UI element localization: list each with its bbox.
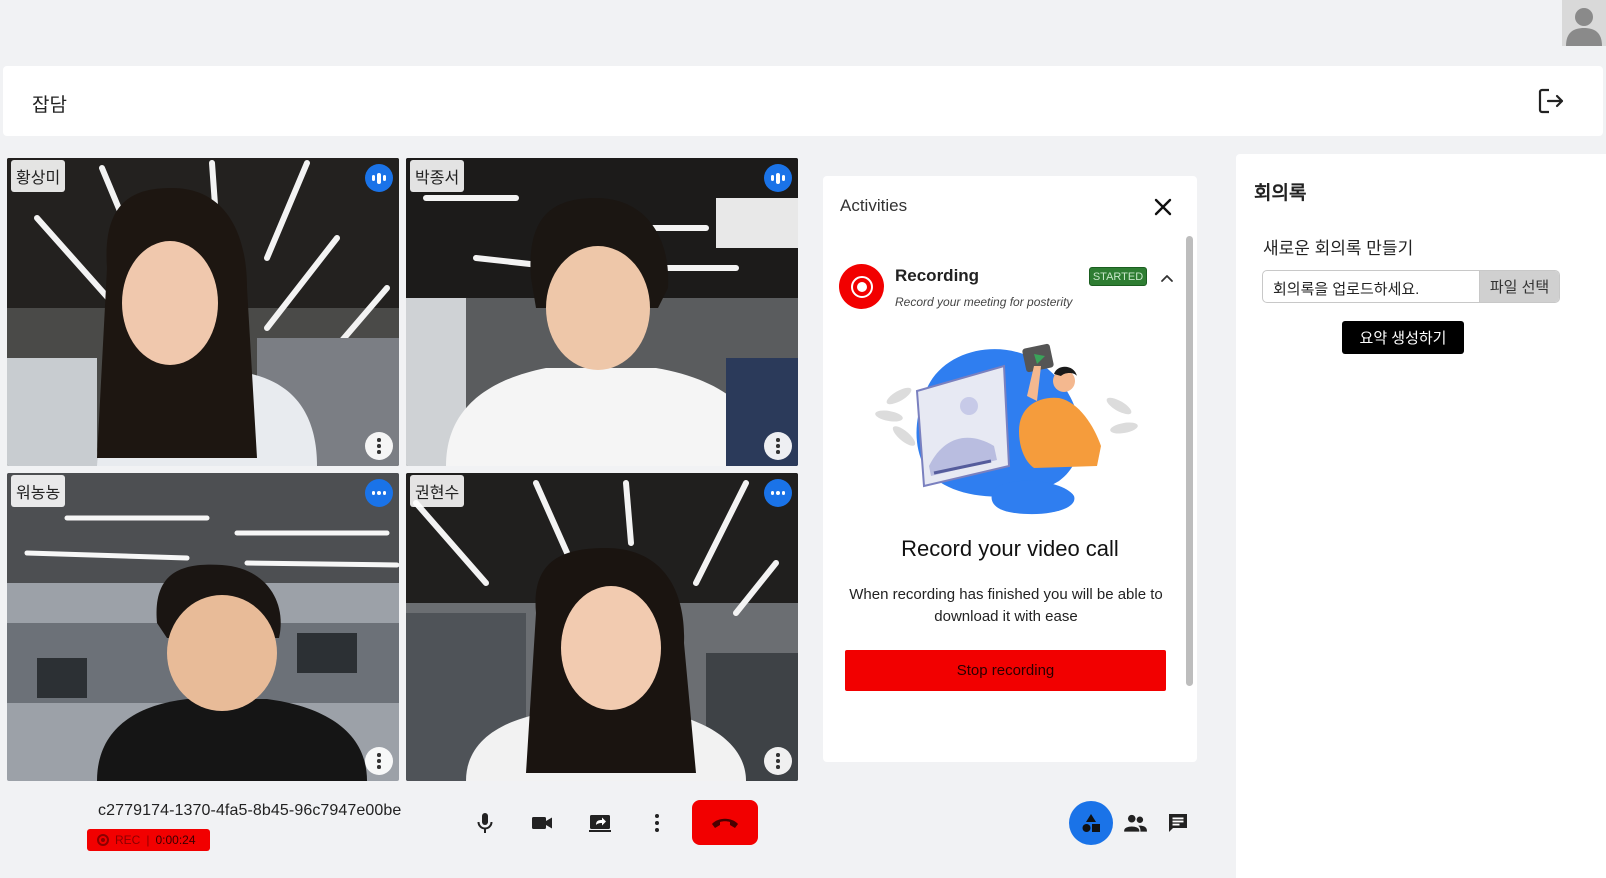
chat-icon (1169, 814, 1187, 832)
microphone-button[interactable] (463, 801, 507, 845)
leave-call-button[interactable] (692, 800, 758, 845)
session-title: 잡담 (32, 95, 67, 116)
more-options-button[interactable] (635, 801, 679, 845)
more-vert-icon (655, 814, 659, 832)
video-tile[interactable]: 황상미 (7, 158, 399, 466)
close-activities-button[interactable] (1151, 195, 1175, 219)
recording-icon (839, 264, 884, 309)
call-end-icon (712, 818, 738, 828)
video-tile[interactable]: 워농농 (7, 473, 399, 781)
video-tile[interactable]: 박종서 (406, 158, 798, 466)
participant-video (7, 158, 399, 466)
logout-icon (1538, 88, 1564, 114)
camera-button[interactable] (520, 801, 564, 845)
activities-panel: Activities Recording Record your meeting… (823, 176, 1197, 762)
shapes-icon (1082, 814, 1100, 832)
participant-video (7, 473, 399, 781)
rec-timer: 0:00:24 (155, 833, 196, 847)
session-header: 잡담 (3, 66, 1603, 136)
video-tile[interactable]: 권현수 (406, 473, 798, 781)
chat-button[interactable] (1156, 801, 1200, 845)
meeting-id: c2779174-1370-4fa5-8b45-96c7947e00be (98, 802, 402, 819)
person-icon (1562, 0, 1606, 46)
record-dot-icon (97, 834, 109, 846)
minutes-panel: 회의록 새로운 회의록 만들기 회의록을 업로드하세요. 파일 선택 요약 생성… (1236, 154, 1606, 878)
speaking-indicator-icon (764, 479, 792, 507)
tile-options-button[interactable] (764, 432, 792, 460)
recording-status-badge: REC | 0:00:24 (87, 829, 210, 851)
recording-subtitle: Record your meeting for posterity (895, 295, 1073, 309)
file-input-placeholder: 회의록을 업로드하세요. (1273, 281, 1420, 298)
recording-status-badge: STARTED (1089, 267, 1147, 286)
videocam-icon (532, 817, 552, 829)
collapse-recording-button[interactable] (1159, 270, 1175, 286)
new-minutes-heading: 새로운 회의록 만들기 (1263, 239, 1414, 258)
recording-headline: Record your video call (901, 536, 1119, 561)
screen-share-icon (589, 815, 611, 832)
minutes-file-input[interactable]: 회의록을 업로드하세요. 파일 선택 (1262, 270, 1560, 303)
activities-title: Activities (840, 196, 908, 215)
tile-options-button[interactable] (764, 747, 792, 775)
recording-title: Recording (895, 266, 980, 285)
participant-name: 박종서 (410, 160, 465, 192)
record-video-illustration (875, 343, 1138, 515)
leave-session-button[interactable] (1537, 86, 1567, 116)
participants-button[interactable] (1113, 801, 1157, 845)
participant-name: 권현수 (410, 475, 465, 507)
activities-button[interactable] (1069, 801, 1113, 845)
participant-video (406, 158, 798, 466)
choose-file-button[interactable]: 파일 선택 (1479, 271, 1559, 302)
participant-video (406, 473, 798, 781)
rec-label: REC (115, 833, 141, 847)
participant-name: 워농농 (11, 475, 66, 507)
screen-share-button[interactable] (578, 801, 622, 845)
stop-recording-button[interactable]: Stop recording (845, 650, 1166, 691)
generate-summary-button[interactable]: 요약 생성하기 (1342, 321, 1464, 354)
user-avatar[interactable] (1562, 0, 1606, 46)
rec-separator: | (146, 833, 150, 847)
speaking-indicator-icon (764, 164, 792, 192)
chevron-up-icon (1161, 275, 1173, 282)
people-icon (1124, 814, 1147, 832)
mic-icon (477, 813, 493, 833)
tile-options-button[interactable] (365, 747, 393, 775)
panel-scrollbar[interactable] (1186, 236, 1193, 686)
minutes-title: 회의록 (1254, 183, 1307, 204)
recording-description: When recording has finished you will be … (849, 586, 1163, 625)
speaking-indicator-icon (365, 164, 393, 192)
speaking-indicator-icon (365, 479, 393, 507)
close-icon (1154, 198, 1172, 216)
participant-name: 황상미 (11, 160, 66, 192)
tile-options-button[interactable] (365, 432, 393, 460)
